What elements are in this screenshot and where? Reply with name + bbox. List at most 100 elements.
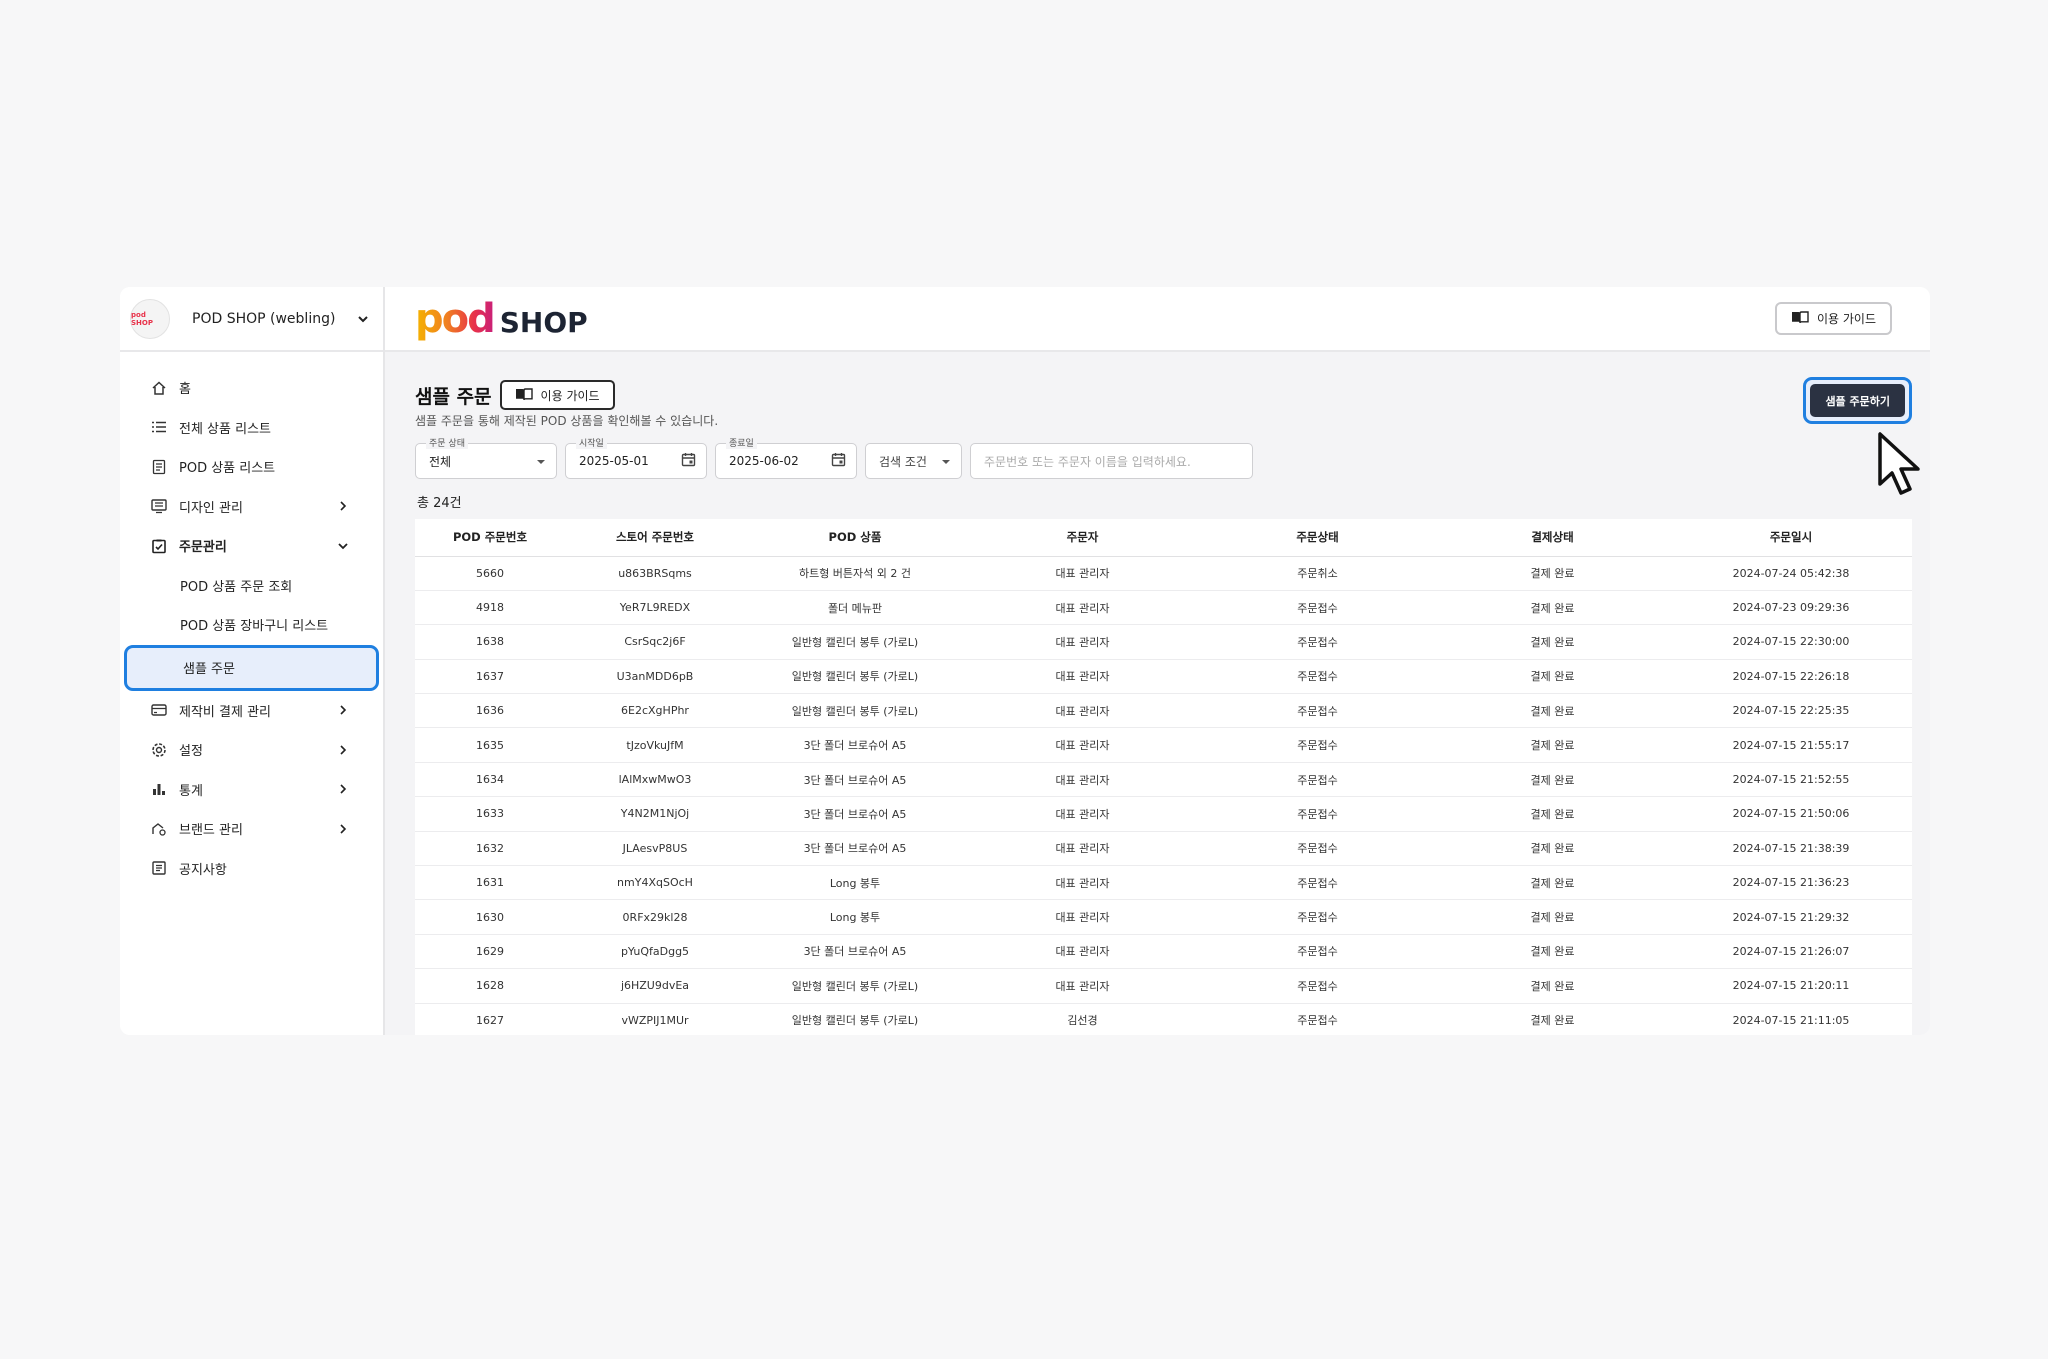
table-row[interactable]: 1628 j6HZU9dvEa 일반형 캘린더 봉투 (가로L) 대표 관리자 주문접수… — [415, 968, 1912, 1004]
column-header[interactable]: 주문일시 — [1670, 519, 1912, 557]
card-icon — [150, 701, 168, 719]
sidebar-item-all-products[interactable]: 전체 상품 리스트 — [120, 408, 383, 448]
filter-bar: 주문 상태 전체 시작일 2025-05-01 종료일 2025-06-02 검… — [415, 436, 1915, 479]
payment-status-cell: 결제 완료 — [1435, 659, 1670, 695]
status-select-value: 전체 — [429, 454, 452, 469]
column-header[interactable]: 주문자 — [965, 519, 1200, 557]
sample-order-highlight: 샘플 주문하기 — [1803, 377, 1920, 495]
sidebar-item-label: 브랜드 관리 — [179, 823, 243, 839]
sidebar-item-production-payment[interactable]: 제작비 결제 관리 — [120, 691, 383, 731]
table-row[interactable]: 1633 Y4N2M1NjOj 3단 폴더 브로슈어 A5 대표 관리자 주문접수 결제 … — [415, 796, 1912, 832]
pod-order-number-cell: 1635 — [415, 727, 565, 763]
table-row[interactable]: 5660 u863BRSqms 하트형 버튼자석 외 2 건 대표 관리자 주문취소 결제… — [415, 556, 1912, 591]
payment-status-cell: 결제 완료 — [1435, 899, 1670, 935]
payment-status-cell: 결제 완료 — [1435, 865, 1670, 901]
sidebar-item-brand[interactable]: 브랜드 관리 — [120, 809, 383, 849]
table-row[interactable]: 1631 nmY4XqSOcH Long 봉투 대표 관리자 주문접수 결제 완료 2024… — [415, 865, 1912, 901]
orderer-cell: 대표 관리자 — [965, 796, 1200, 832]
sidebar-item-design[interactable]: 디자인 관리 — [120, 487, 383, 527]
column-header[interactable]: 결제상태 — [1435, 519, 1670, 557]
end-date-field[interactable]: 종료일 2025-06-02 — [715, 436, 857, 479]
pod-product-cell: 일반형 캘린더 봉투 (가로L) — [745, 693, 965, 729]
sidebar-item-orders[interactable]: 주문관리 — [120, 526, 383, 566]
sidebar-item-pod-products[interactable]: POD 상품 리스트 — [120, 447, 383, 487]
table-row[interactable]: 1635 tJzoVkuJfM 3단 폴더 브로슈어 A5 대표 관리자 주문접수 결제 … — [415, 727, 1912, 763]
sidebar-item-home[interactable]: 홈 — [120, 368, 383, 408]
table-row[interactable]: 1627 vWZPIJ1MUr 일반형 캘린더 봉투 (가로L) 김선경 주문접수 결제 … — [415, 1003, 1912, 1035]
calendar-icon[interactable] — [831, 452, 846, 470]
order-date-cell: 2024-07-15 21:11:05 — [1670, 1003, 1912, 1035]
topbar: pod SHOP 이용 가이드 — [385, 287, 1930, 352]
order-status-cell: 주문접수 — [1200, 934, 1435, 970]
column-header[interactable]: 스토어 주문번호 — [565, 519, 745, 557]
table-row[interactable]: 1630 0RFx29kl28 Long 봉투 대표 관리자 주문접수 결제 완료 2024… — [415, 899, 1912, 935]
table-header-row: POD 주문번호 스토어 주문번호 POD 상품 주문자 주문상태 결제상태 주… — [415, 519, 1912, 557]
store-order-number-cell: 0RFx29kl28 — [565, 899, 745, 935]
pod-product-cell: Long 봉투 — [745, 899, 965, 935]
orderer-cell: 대표 관리자 — [965, 831, 1200, 867]
orderer-cell: 대표 관리자 — [965, 693, 1200, 729]
sidebar-item-settings[interactable]: 설정 — [120, 730, 383, 770]
shop-name: POD SHOP (webling) — [192, 310, 336, 327]
table-row[interactable]: 1637 U3anMDD6pB 일반형 캘린더 봉투 (가로L) 대표 관리자 주문접수… — [415, 659, 1912, 695]
store-order-number-cell: vWZPIJ1MUr — [565, 1003, 745, 1035]
pod-order-number-cell: 1627 — [415, 1003, 565, 1035]
start-date-label: 시작일 — [576, 436, 607, 449]
sidebar-subitem-sample-order[interactable]: 샘플 주문 — [124, 644, 379, 691]
orderer-cell: 대표 관리자 — [965, 968, 1200, 1004]
order-date-cell: 2024-07-15 21:52:55 — [1670, 762, 1912, 798]
orderer-cell: 대표 관리자 — [965, 590, 1200, 626]
pod-order-number-cell: 1632 — [415, 831, 565, 867]
total-count: 총 24건 — [417, 496, 462, 511]
pod-product-cell: 일반형 캘린더 봉투 (가로L) — [745, 659, 965, 695]
orderer-cell: 김선경 — [965, 1003, 1200, 1035]
order-status-cell: 주문접수 — [1200, 624, 1435, 660]
notice-icon — [150, 859, 168, 877]
table-row[interactable]: 1632 JLAesvP8US 3단 폴더 브로슈어 A5 대표 관리자 주문접수 결제 … — [415, 831, 1912, 867]
status-select-label: 주문 상태 — [426, 436, 468, 449]
page-guide-button[interactable]: 이용 가이드 — [499, 380, 615, 410]
sidebar-subitem-pod-orders[interactable]: POD 상품 주문 조회 — [120, 566, 383, 606]
search-input[interactable]: 주문번호 또는 주문자 이름을 입력하세요. — [970, 443, 1253, 479]
search-condition-select[interactable]: 검색 조건 — [865, 443, 962, 479]
sidebar-item-notice[interactable]: 공지사항 — [120, 849, 383, 889]
chevron-right-icon — [335, 742, 351, 758]
sidebar-item-statistics[interactable]: 통계 — [120, 770, 383, 810]
payment-status-cell: 결제 완료 — [1435, 796, 1670, 832]
sample-order-button[interactable]: 샘플 주문하기 — [1810, 384, 1905, 417]
status-select[interactable]: 주문 상태 전체 — [415, 436, 557, 479]
column-header[interactable]: 주문상태 — [1200, 519, 1435, 557]
orderer-cell: 대표 관리자 — [965, 762, 1200, 798]
brand-logo[interactable]: pod SHOP — [415, 296, 588, 342]
column-header[interactable]: POD 주문번호 — [415, 519, 565, 557]
orders-table-container: POD 주문번호 스토어 주문번호 POD 상품 주문자 주문상태 결제상태 주… — [415, 519, 1912, 1035]
column-header[interactable]: POD 상품 — [745, 519, 965, 557]
payment-status-cell: 결제 완료 — [1435, 590, 1670, 626]
pod-order-number-cell: 1629 — [415, 934, 565, 970]
header-guide-label: 이용 가이드 — [1816, 312, 1876, 326]
table-row[interactable]: 1634 lAlMxwMwO3 3단 폴더 브로슈어 A5 대표 관리자 주문접수 결제 … — [415, 762, 1912, 798]
table-row[interactable]: 4918 YeR7L9REDX 폴더 메뉴판 대표 관리자 주문접수 결제 완료 2024-… — [415, 590, 1912, 626]
page-description: 샘플 주문을 통해 제작된 POD 상품을 확인해볼 수 있습니다. — [415, 414, 719, 428]
order-status-cell: 주문접수 — [1200, 1003, 1435, 1035]
brand-logo-shop: SHOP — [499, 305, 588, 339]
table-row[interactable]: 1636 6E2cXgHPhr 일반형 캘린더 봉투 (가로L) 대표 관리자 주문접수… — [415, 693, 1912, 729]
book-icon — [1791, 310, 1809, 327]
store-order-number-cell: tJzoVkuJfM — [565, 727, 745, 763]
pod-order-number-cell: 1631 — [415, 865, 565, 901]
order-date-cell: 2024-07-15 21:38:39 — [1670, 831, 1912, 867]
pod-product-cell: 폴더 메뉴판 — [745, 590, 965, 626]
table-row[interactable]: 1638 CsrSqc2j6F 일반형 캘린더 봉투 (가로L) 대표 관리자 주문접수… — [415, 624, 1912, 660]
calendar-icon[interactable] — [681, 452, 696, 470]
sidebar-subitem-pod-cart[interactable]: POD 상품 장바구니 리스트 — [120, 605, 383, 645]
store-order-number-cell: j6HZU9dvEa — [565, 968, 745, 1004]
start-date-field[interactable]: 시작일 2025-05-01 — [565, 436, 707, 479]
shop-selector[interactable]: pod SHOP POD SHOP (webling) — [120, 287, 383, 352]
pod-order-number-cell: 1633 — [415, 796, 565, 832]
header-guide-button[interactable]: 이용 가이드 — [1774, 302, 1892, 335]
orderer-cell: 대표 관리자 — [965, 556, 1200, 591]
chevron-right-icon — [335, 781, 351, 797]
app-window: pod SHOP POD SHOP (webling) 홈 전체 상품 리스트 — [120, 287, 1930, 1035]
table-row[interactable]: 1629 pYuQfaDgg5 3단 폴더 브로슈어 A5 대표 관리자 주문접수 결제 … — [415, 934, 1912, 970]
pod-order-number-cell: 1628 — [415, 968, 565, 1004]
